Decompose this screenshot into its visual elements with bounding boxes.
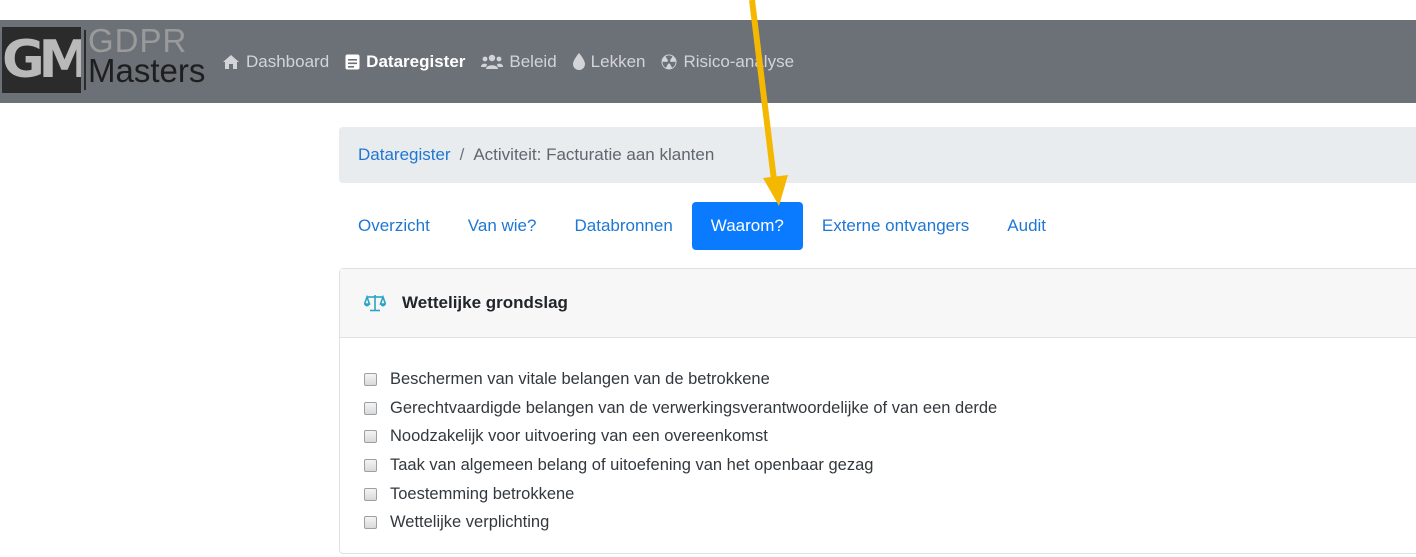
tab-bar: Overzicht Van wie? Databronnen Waarom? E… [339, 202, 1065, 250]
nav-item-beleid[interactable]: Beleid [481, 51, 557, 72]
nav-item-label: Dashboard [246, 51, 330, 71]
breadcrumb-separator: / [459, 145, 465, 164]
breadcrumb-current: Activiteit: Facturatie aan klanten [473, 145, 715, 164]
option-row: Taak van algemeen belang of uitoefening … [364, 451, 997, 480]
drop-icon [572, 53, 585, 70]
card-title: Wettelijke grondslag [402, 293, 568, 312]
register-icon [345, 54, 360, 69]
option-label[interactable]: Beschermen van vitale belangen van de be… [390, 370, 770, 389]
nav-item-label: Lekken [590, 51, 646, 71]
logo-text[interactable]: GDPR Masters [88, 24, 206, 89]
users-icon [481, 54, 504, 69]
tab-databronnen[interactable]: Databronnen [555, 202, 691, 250]
option-row: Toestemming betrokkene [364, 480, 997, 509]
tab-externe-ontvangers[interactable]: Externe ontvangers [803, 202, 988, 250]
tab-waarom[interactable]: Waarom? [691, 202, 803, 250]
option-label[interactable]: Gerechtvaardigde belangen van de verwerk… [390, 399, 997, 418]
nav-item-dashboard[interactable]: Dashboard [222, 52, 329, 72]
nav-item-dataregister[interactable]: Dataregister [345, 52, 465, 72]
main-nav: Dashboard Dataregister Beleid Lekken Ris… [222, 20, 794, 103]
top-navbar: GM GDPR Masters Dashboard Dataregister B… [0, 20, 1416, 103]
option-label[interactable]: Toestemming betrokkene [390, 485, 574, 504]
nav-item-lekken[interactable]: Lekken [572, 51, 646, 72]
radiation-icon [661, 54, 677, 69]
option-row: Beschermen van vitale belangen van de be… [364, 365, 997, 394]
option-checkbox[interactable] [364, 401, 377, 415]
card-header: Wettelijke grondslag [340, 269, 1416, 338]
tab-van-wie[interactable]: Van wie? [449, 202, 556, 250]
option-label[interactable]: Noodzakelijk voor uitvoering van een ove… [390, 427, 768, 446]
home-icon [223, 54, 239, 69]
tab-overzicht[interactable]: Overzicht [339, 202, 449, 250]
scale-icon [364, 294, 386, 312]
legal-basis-card: Wettelijke grondslag Beschermen van vita… [339, 268, 1416, 554]
logo-mark[interactable]: GM [2, 27, 81, 93]
breadcrumb: Dataregister / Activiteit: Facturatie aa… [339, 127, 1416, 183]
option-label[interactable]: Wettelijke verplichting [390, 513, 549, 532]
option-row: Noodzakelijk voor uitvoering van een ove… [364, 422, 997, 451]
option-row: Gerechtvaardigde belangen van de verwerk… [364, 394, 997, 423]
option-label[interactable]: Taak van algemeen belang of uitoefening … [390, 456, 873, 475]
logo-line2: Masters [88, 52, 206, 89]
legal-basis-options: Beschermen van vitale belangen van de be… [364, 365, 997, 537]
option-checkbox[interactable] [364, 372, 377, 386]
nav-item-risico-analyse[interactable]: Risico-analyse [661, 52, 794, 72]
nav-item-label: Risico-analyse [683, 51, 795, 71]
option-checkbox[interactable] [364, 458, 377, 472]
tab-audit[interactable]: Audit [988, 202, 1065, 250]
option-checkbox[interactable] [364, 430, 377, 444]
option-checkbox[interactable] [364, 516, 377, 530]
logo-divider [84, 30, 86, 90]
nav-item-label: Beleid [509, 51, 557, 71]
option-checkbox[interactable] [364, 487, 377, 501]
logo-mark-text: GM [2, 30, 81, 90]
nav-item-label: Dataregister [366, 51, 466, 71]
breadcrumb-link-dataregister[interactable]: Dataregister [358, 145, 451, 165]
option-row: Wettelijke verplichting [364, 508, 997, 537]
